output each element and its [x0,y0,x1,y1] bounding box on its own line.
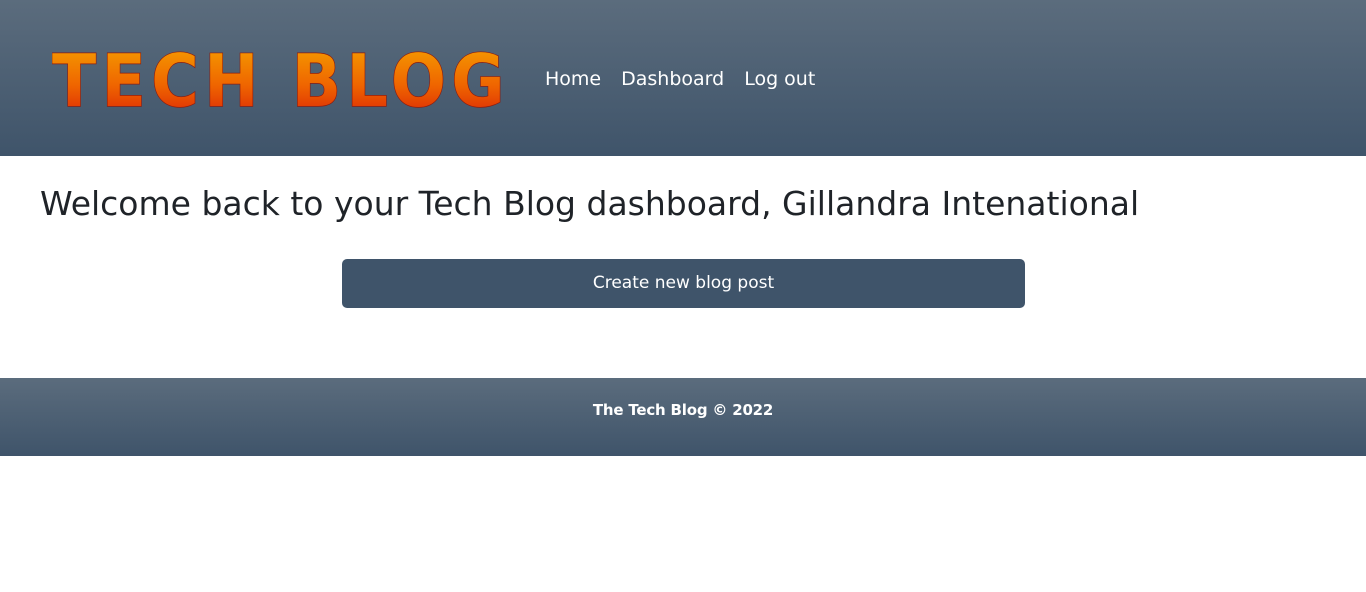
nav-logout-link[interactable]: Log out [744,66,815,92]
site-header: TECH BLOG Home Dashboard Log out [0,0,1366,156]
main-navigation: Home Dashboard Log out [545,66,815,92]
site-footer: The Tech Blog © 2022 [0,378,1366,456]
nav-dashboard-link[interactable]: Dashboard [621,66,724,92]
tech-blog-logo[interactable]: TECH BLOG [52,38,514,118]
dashboard-welcome-heading: Welcome back to your Tech Blog dashboard… [40,184,1140,223]
dashboard-content: Welcome back to your Tech Blog dashboard… [0,156,1366,378]
logo-text: TECH BLOG [52,39,510,118]
create-new-post-button[interactable]: Create new blog post [342,259,1025,308]
footer-copyright: The Tech Blog © 2022 [592,401,774,419]
nav-home-link[interactable]: Home [545,66,601,92]
logo-wordmark: TECH BLOG [52,38,510,118]
